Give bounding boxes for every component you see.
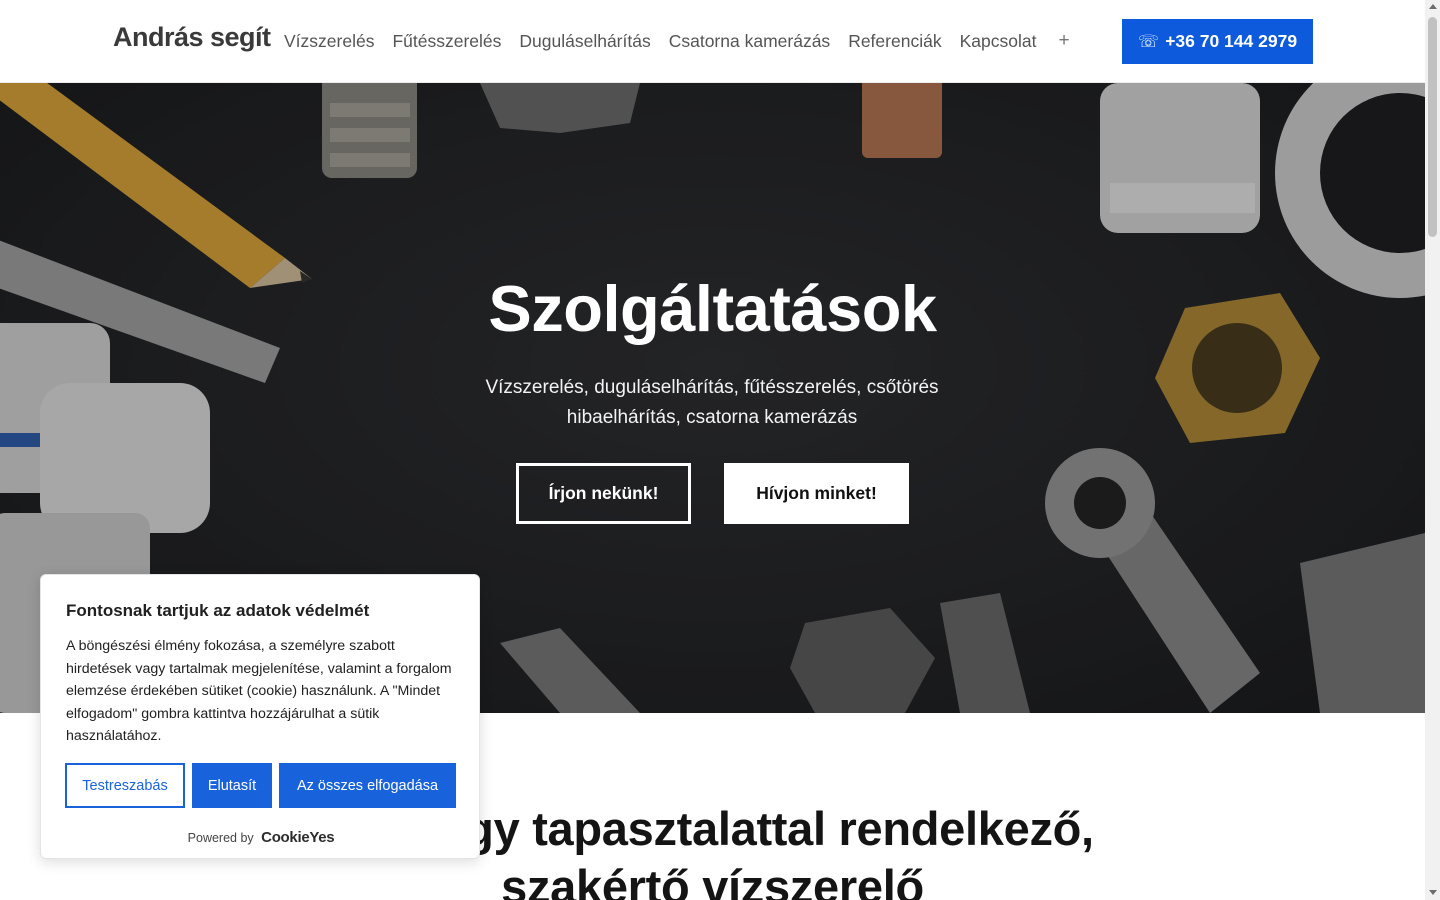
phone-icon: ☏ [1137,31,1160,51]
nav-item-csatorna-kamerazas[interactable]: Csatorna kamerázás [669,31,830,52]
site-logo[interactable]: András segít [113,22,271,53]
cookieyes-logo[interactable]: CookieYes [261,829,334,846]
page-scrollbar[interactable] [1425,0,1440,900]
scroll-up-arrow-icon[interactable] [1429,4,1437,9]
write-us-button[interactable]: Írjon nekünk! [516,463,691,524]
hero-subtitle: Vízszerelés, duguláselhárítás, fűtésszer… [485,377,939,428]
cookie-consent-banner: Fontosnak tartjuk az adatok védelmét A b… [40,574,480,859]
plus-icon[interactable]: + [1058,30,1069,52]
main-nav: Vízszerelés Fűtésszerelés Duguláselhárít… [284,30,1070,52]
scroll-thumb[interactable] [1428,17,1437,237]
cookie-accept-all-button[interactable]: Az összes elfogadása [279,763,456,808]
phone-call-button[interactable]: ☏ +36 70 144 2979 [1122,19,1313,64]
cookie-description: A böngészési élmény fokozása, a személyr… [66,638,452,745]
nav-item-vizszereles[interactable]: Vízszerelés [284,31,374,52]
hero-title: Szolgáltatások [488,272,937,345]
scroll-down-arrow-icon[interactable] [1429,890,1437,895]
nav-item-futesszereles[interactable]: Fűtésszerelés [392,31,501,52]
nav-item-referenciak[interactable]: Referenciák [848,31,941,52]
cookie-powered-by: Powered by CookieYes [41,829,481,846]
phone-number: +36 70 144 2979 [1165,31,1298,51]
section-heading-line2: szakértő vízszerelő [501,860,924,900]
cookie-title: Fontosnak tartjuk az adatok védelmét [66,601,370,620]
cookie-customize-button[interactable]: Testreszabás [65,763,185,808]
site-header: András segít Vízszerelés Fűtésszerelés D… [0,0,1425,83]
call-us-button[interactable]: Hívjon minket! [724,463,909,524]
cookie-reject-button[interactable]: Elutasít [192,763,272,808]
nav-item-dugulaselharitas[interactable]: Duguláselhárítás [519,31,650,52]
powered-by-label: Powered by [187,831,254,845]
nav-item-kapcsolat[interactable]: Kapcsolat [960,31,1037,52]
